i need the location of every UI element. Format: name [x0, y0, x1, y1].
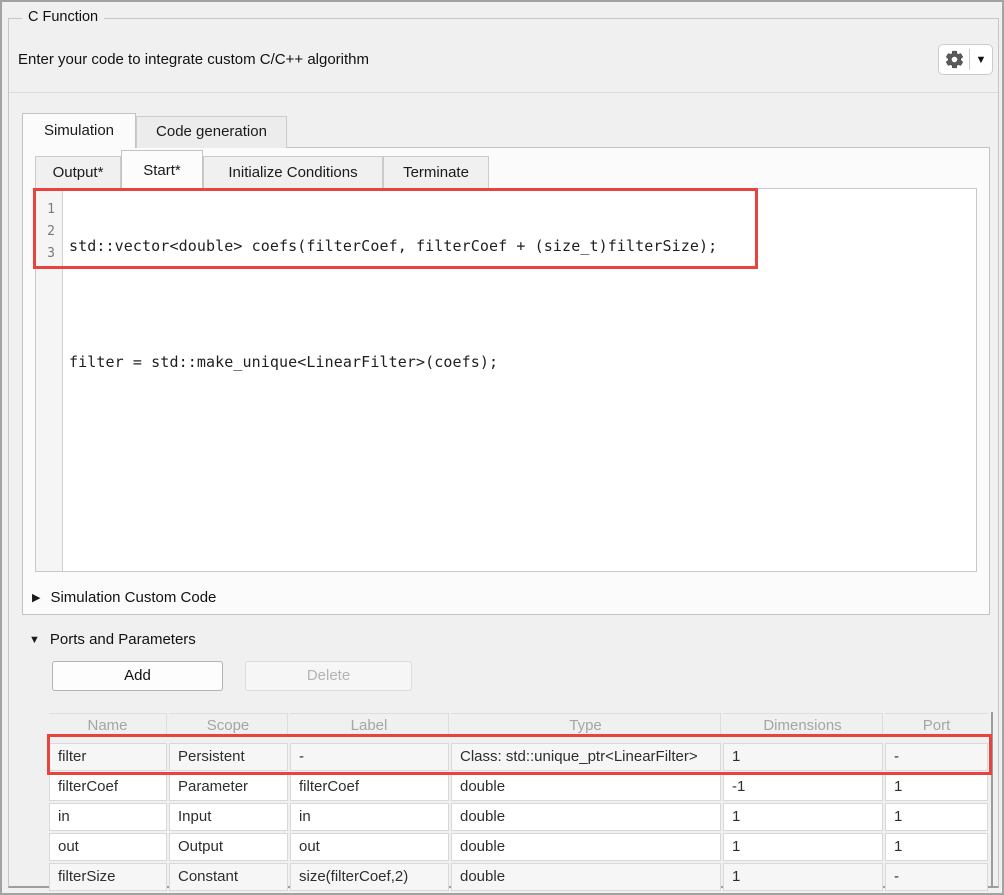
cell-dimensions[interactable]: 1: [723, 833, 883, 861]
line-number: 2: [36, 221, 62, 243]
cell-dimensions[interactable]: 1: [723, 863, 883, 891]
code-line[interactable]: filter = std::make_unique<LinearFilter>(…: [69, 351, 976, 373]
cell-port[interactable]: -: [885, 863, 988, 891]
tab-start[interactable]: Start*: [121, 150, 203, 189]
cell-type[interactable]: double: [451, 863, 721, 891]
cell-dimensions[interactable]: -1: [723, 773, 883, 801]
cell-port[interactable]: 1: [885, 773, 988, 801]
group-title: C Function: [22, 9, 104, 25]
header-separator: [9, 92, 998, 93]
section-label[interactable]: Simulation Custom Code: [50, 589, 216, 606]
cell-port[interactable]: -: [885, 743, 988, 771]
line-number: 1: [36, 199, 62, 221]
cell-port[interactable]: 1: [885, 803, 988, 831]
cell-label[interactable]: size(filterCoef,2): [290, 863, 449, 891]
code-line[interactable]: std::vector<double> coefs(filterCoef, fi…: [69, 235, 976, 257]
collapsed-triangle-icon[interactable]: ▶: [32, 591, 40, 604]
cell-dimensions[interactable]: 1: [723, 743, 883, 771]
tab-code-generation[interactable]: Code generation: [136, 116, 287, 148]
table-scrollbar[interactable]: [991, 712, 993, 888]
column-header-name[interactable]: Name: [49, 713, 167, 737]
section-label[interactable]: Ports and Parameters: [50, 631, 196, 648]
cell-scope[interactable]: Output: [169, 833, 288, 861]
tab-output[interactable]: Output*: [35, 156, 121, 189]
expanded-triangle-icon[interactable]: ▼: [29, 634, 40, 646]
column-header-type[interactable]: Type: [451, 713, 721, 737]
tab-simulation[interactable]: Simulation: [22, 113, 136, 148]
cell-type[interactable]: double: [451, 773, 721, 801]
column-header-scope[interactable]: Scope: [169, 713, 288, 737]
cell-name[interactable]: filter: [49, 743, 167, 771]
code-editor[interactable]: 1 2 3 std::vector<double> coefs(filterCo…: [35, 188, 977, 572]
cell-name[interactable]: in: [49, 803, 167, 831]
cell-name[interactable]: filterCoef: [49, 773, 167, 801]
tab-terminate[interactable]: Terminate: [383, 156, 489, 189]
settings-split-button[interactable]: ▼: [938, 44, 993, 75]
chevron-down-icon[interactable]: ▼: [970, 54, 992, 66]
cell-type[interactable]: double: [451, 803, 721, 831]
delete-button[interactable]: Delete: [245, 661, 412, 691]
cell-scope[interactable]: Persistent: [169, 743, 288, 771]
cell-type[interactable]: double: [451, 833, 721, 861]
add-button[interactable]: Add: [52, 661, 223, 691]
cell-scope[interactable]: Parameter: [169, 773, 288, 801]
cell-scope[interactable]: Input: [169, 803, 288, 831]
column-header-port[interactable]: Port: [885, 713, 988, 737]
simulation-custom-code-section[interactable]: ▶ Simulation Custom Code: [32, 589, 216, 606]
dialog-description: Enter your code to integrate custom C/C+…: [18, 51, 369, 68]
line-number-gutter: 1 2 3: [36, 189, 63, 571]
cell-port[interactable]: 1: [885, 833, 988, 861]
cell-label[interactable]: -: [290, 743, 449, 771]
c-function-dialog: C Function Enter your code to integrate …: [0, 0, 1004, 895]
cell-type[interactable]: Class: std::unique_ptr<LinearFilter>: [451, 743, 721, 771]
line-number: 3: [36, 243, 62, 265]
code-line[interactable]: [69, 293, 976, 315]
tab-initialize-conditions[interactable]: Initialize Conditions: [203, 156, 383, 189]
column-header-label[interactable]: Label: [290, 713, 449, 737]
cell-dimensions[interactable]: 1: [723, 803, 883, 831]
cell-name[interactable]: filterSize: [49, 863, 167, 891]
cell-label[interactable]: in: [290, 803, 449, 831]
cell-scope[interactable]: Constant: [169, 863, 288, 891]
code-area[interactable]: std::vector<double> coefs(filterCoef, fi…: [63, 189, 976, 571]
cell-label[interactable]: out: [290, 833, 449, 861]
column-header-dimensions[interactable]: Dimensions: [723, 713, 883, 737]
ports-and-parameters-section[interactable]: ▼ Ports and Parameters: [29, 631, 196, 648]
cell-label[interactable]: filterCoef: [290, 773, 449, 801]
cell-name[interactable]: out: [49, 833, 167, 861]
ports-parameters-table: Name Scope Label Type Dimensions Port fi…: [49, 713, 988, 891]
gear-icon[interactable]: [939, 49, 969, 70]
